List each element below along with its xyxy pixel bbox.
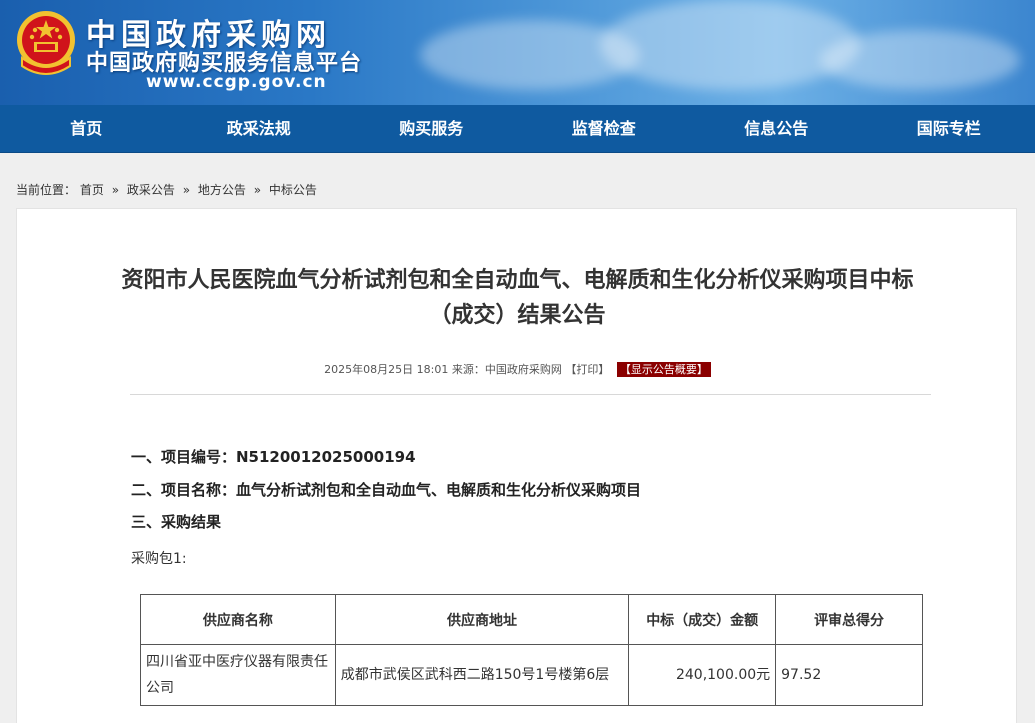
table-header-supplier-address: 供应商地址: [334, 594, 630, 645]
total-score-cell: 97.52: [775, 644, 923, 706]
table-header-supplier-name: 供应商名称: [140, 594, 336, 645]
supplier-address-cell: 成都市武侯区武科西二路150号1号楼第6层: [334, 644, 630, 706]
project-name: 二、项目名称：血气分析试剂包和全自动血气、电解质和生化分析仪采购项目: [131, 481, 642, 499]
table-row: 四川省亚中医疗仪器有限责任公司 成都市武侯区武科西二路150号1号楼第6层 24…: [140, 644, 923, 706]
table-header-row: 供应商名称 供应商地址 中标（成交）金额 评审总得分: [140, 594, 923, 645]
nav-item-supervision[interactable]: 监督检查: [518, 105, 691, 152]
award-result-table: 供应商名称 供应商地址 中标（成交）金额 评审总得分 四川省亚中医疗仪器有限责任…: [140, 594, 923, 706]
procurement-result-heading: 三、采购结果: [131, 513, 222, 531]
table-header-award-amount: 中标（成交）金额: [628, 594, 777, 645]
breadcrumb-separator: »: [111, 183, 120, 197]
breadcrumb-local-announcements-link[interactable]: 地方公告: [198, 183, 246, 197]
supplier-name-cell: 四川省亚中医疗仪器有限责任公司: [140, 644, 336, 706]
cloud-decoration: [600, 0, 860, 90]
publish-date: 2025年08月25日 18:01: [324, 363, 449, 376]
article-title: 资阳市人民医院血气分析试剂包和全自动血气、电解质和生化分析仪采购项目中标 （成交…: [17, 263, 1018, 333]
divider: [130, 394, 931, 395]
article-title-line-2: （成交）结果公告: [429, 303, 606, 328]
source-label: 来源：中国政府采购网: [451, 363, 562, 376]
breadcrumb-separator: »: [182, 183, 191, 197]
breadcrumb-separator: »: [253, 183, 262, 197]
nav-item-international[interactable]: 国际专栏: [863, 105, 1035, 152]
nav-item-announcements[interactable]: 信息公告: [690, 105, 863, 152]
award-amount-cell: 240,100.00元: [628, 644, 777, 706]
breadcrumb-home-link[interactable]: 首页: [80, 183, 104, 197]
nav-item-regulations[interactable]: 政采法规: [173, 105, 346, 152]
nav-item-purchase-services[interactable]: 购买服务: [345, 105, 518, 152]
article-meta: 2025年08月25日 18:01 来源：中国政府采购网 【打印】 【显示公告概…: [17, 361, 1018, 377]
nav-item-home[interactable]: 首页: [0, 105, 173, 152]
national-emblem-icon: [17, 11, 75, 75]
site-header-banner: 中国政府采购网 中国政府购买服务信息平台 www.ccgp.gov.cn: [0, 0, 1035, 105]
print-button[interactable]: 【打印】: [565, 363, 609, 376]
table-header-total-score: 评审总得分: [775, 594, 923, 645]
breadcrumb-prefix: 当前位置：: [16, 183, 77, 197]
breadcrumb-procurement-announcements-link[interactable]: 政采公告: [127, 183, 175, 197]
package-label: 采购包1:: [131, 551, 187, 567]
main-nav: 首页 政采法规 购买服务 监督检查 信息公告 国际专栏: [0, 105, 1035, 153]
article-title-line-1: 资阳市人民医院血气分析试剂包和全自动血气、电解质和生化分析仪采购项目中标: [121, 268, 914, 293]
breadcrumb: 当前位置： 首页 » 政采公告 » 地方公告 » 中标公告: [16, 181, 317, 198]
show-summary-button[interactable]: 【显示公告概要】: [616, 362, 711, 377]
site-url[interactable]: www.ccgp.gov.cn: [146, 72, 327, 92]
breadcrumb-award-announcements-link[interactable]: 中标公告: [269, 183, 317, 197]
article-panel: 资阳市人民医院血气分析试剂包和全自动血气、电解质和生化分析仪采购项目中标 （成交…: [16, 208, 1017, 723]
project-number: 一、项目编号：N5120012025000194: [131, 448, 416, 466]
cloud-decoration: [820, 30, 1020, 90]
